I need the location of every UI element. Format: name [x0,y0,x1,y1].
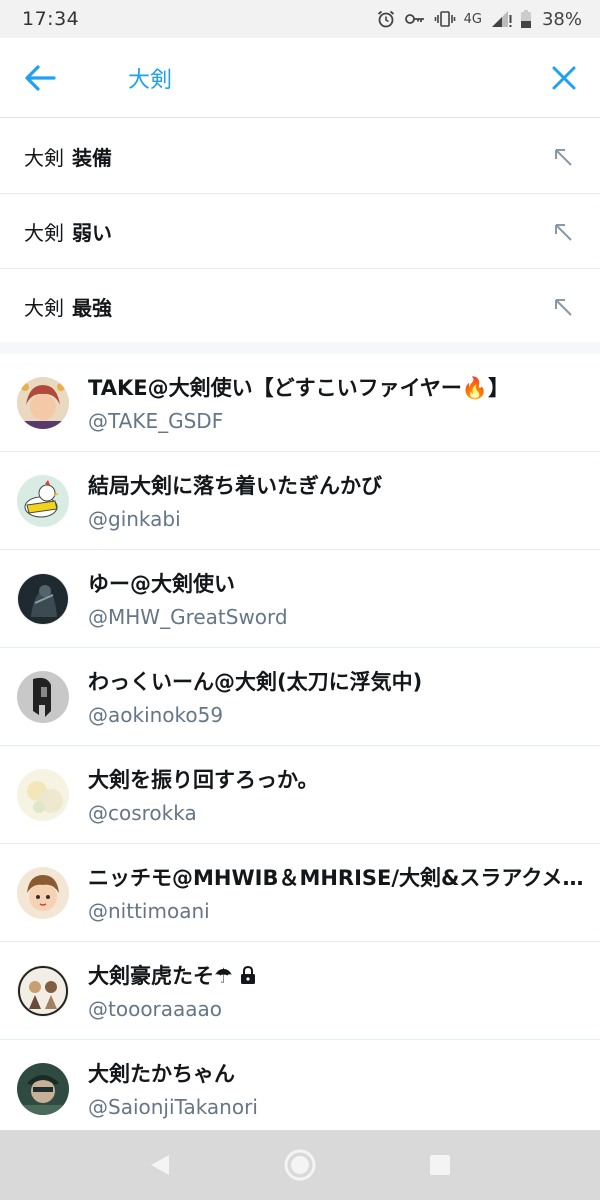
suggestion-completion: 装備 [72,145,112,170]
user-handle: @aokinoko59 [88,703,224,727]
suggestion-completion: 弱い [72,220,112,245]
user-result-row[interactable]: ゆー@大剣使い @MHW_GreatSword [0,550,600,648]
suggestion-text: 大剣 装備 [24,142,112,171]
avatar[interactable] [17,671,69,723]
user-result-row[interactable]: ニッチモ@MHWIB＆MHRISE/大剣&スラアクメイン @nittimoani [0,844,600,942]
back-button[interactable] [0,38,80,118]
user-result-row[interactable]: 大剣を振り回すろっか。 @cosrokka [0,746,600,844]
user-handle: @ginkabi [88,507,181,531]
user-result-row[interactable]: わっくいーん@大剣(太刀に浮気中) @aokinoko59 [0,648,600,746]
user-handle: @cosrokka [88,801,197,825]
avatar[interactable] [17,867,69,919]
nav-home-button[interactable] [270,1135,330,1195]
user-handle: @TAKE_GSDF [88,409,224,433]
suggestion-item[interactable]: 大剣 最強 [0,269,600,344]
user-handle: @toooraaaao [88,997,223,1021]
search-header: 大剣 [0,38,600,118]
user-display-name: TAKE@大剣使い【どすこいファイヤー🔥】 [88,376,510,400]
user-display-name-text: 大剣豪虎たそ☂ [88,964,233,988]
close-icon [552,66,576,90]
arrow-left-icon [25,64,56,91]
fill-query-arrow-icon[interactable] [552,221,574,243]
user-result-row[interactable]: 結局大剣に落ち着いたぎんかび @ginkabi [0,452,600,550]
vibrate-icon [434,9,456,29]
suggestion-query: 大剣 [24,145,64,170]
suggestion-item[interactable]: 大剣 弱い [0,194,600,269]
user-display-name: ゆー@大剣使い [88,572,235,596]
status-icons: 4G 38% [376,9,582,30]
home-circle-icon [284,1149,316,1181]
user-display-name: 結局大剣に落ち着いたぎんかび [88,474,382,498]
suggestion-text: 大剣 最強 [24,292,112,321]
avatar[interactable] [17,1063,69,1115]
nav-recents-button[interactable] [410,1135,470,1195]
battery-icon [520,9,532,29]
search-suggestions: 大剣 装備 大剣 弱い 大剣 最強 [0,119,600,344]
user-display-name: ニッチモ@MHWIB＆MHRISE/大剣&スラアクメイン [88,866,588,890]
avatar[interactable] [17,573,69,625]
suggestion-completion: 最強 [72,296,112,320]
user-display-name: 大剣豪虎たそ☂ [88,960,588,990]
user-handle: @MHW_GreatSword [88,605,288,629]
signal-icon [490,9,512,29]
suggestion-item[interactable]: 大剣 装備 [0,119,600,194]
clear-search-button[interactable] [542,56,586,100]
user-display-name: 大剣たかちゃん [88,1062,235,1086]
status-time: 17:34 [22,8,80,30]
user-handle: @SaionjiTakanori [88,1095,258,1119]
nav-back-button[interactable] [130,1135,190,1195]
avatar[interactable] [17,769,69,821]
section-divider [0,342,600,354]
lock-icon [240,965,255,984]
user-result-row[interactable]: 大剣たかちゃん @SaionjiTakanori [0,1040,600,1138]
user-result-row[interactable]: TAKE@大剣使い【どすこいファイヤー🔥】 @TAKE_GSDF [0,354,600,452]
user-display-name: わっくいーん@大剣(太刀に浮気中) [88,670,423,694]
suggestion-text: 大剣 弱い [24,217,112,246]
search-input[interactable]: 大剣 [128,62,172,94]
user-handle: @nittimoani [88,899,210,923]
back-triangle-icon [151,1155,169,1175]
user-result-row[interactable]: 大剣豪虎たそ☂ @toooraaaao [0,942,600,1040]
key-icon [404,9,426,29]
user-results: TAKE@大剣使い【どすこいファイヤー🔥】 @TAKE_GSDF 結局大剣に落ち… [0,354,600,1138]
battery-percent: 38% [541,8,582,30]
alarm-icon [376,9,396,29]
avatar[interactable] [17,965,69,1017]
network-label: 4G [463,11,482,27]
fill-query-arrow-icon[interactable] [552,296,574,318]
avatar[interactable] [17,475,69,527]
user-display-name: 大剣を振り回すろっか。 [88,768,319,792]
fill-query-arrow-icon[interactable] [552,146,574,168]
status-bar: 17:34 4G 38% [0,0,600,38]
system-nav-bar [0,1130,600,1200]
suggestion-query: 大剣 [24,296,64,320]
suggestion-query: 大剣 [24,220,64,245]
recents-square-icon [430,1155,450,1175]
avatar[interactable] [17,377,69,429]
